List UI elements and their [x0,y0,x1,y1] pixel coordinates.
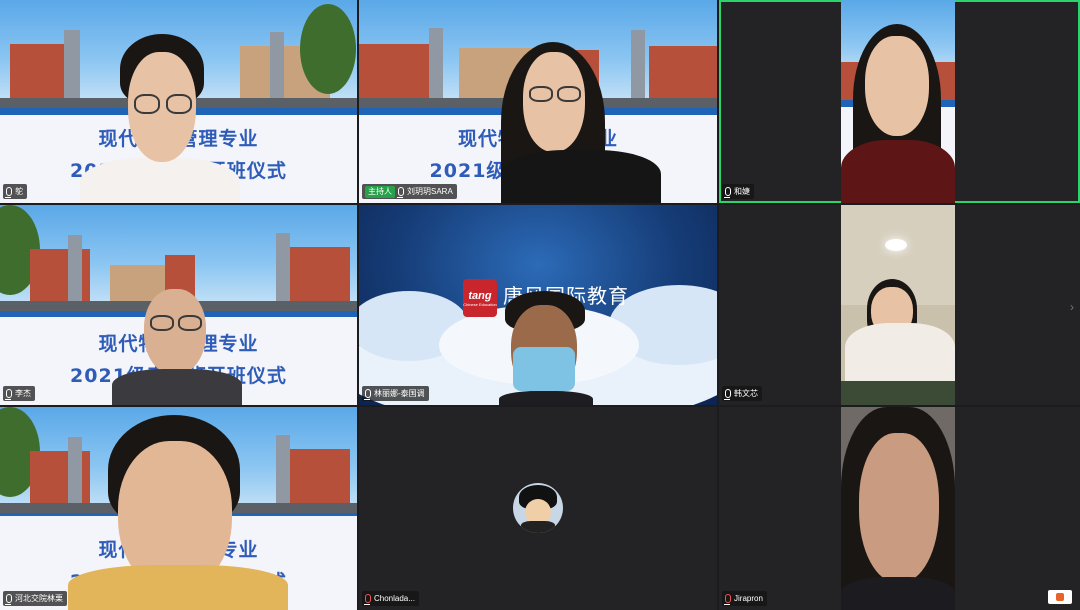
participant-name-tag: 鸵 [3,184,27,199]
video-tile-6[interactable]: 韩文芯 › [719,205,1080,405]
video-tile-7[interactable]: 现代物流管理专业 2021级泰国班开班仪式 河北交院林栗 [0,407,357,610]
participant-video [841,407,955,610]
participant-video [841,205,955,405]
participant-name-tag: 河北交院林栗 [3,591,67,606]
video-tile-2[interactable]: 现代物流管理专业 2021级泰国班开班仪式 主持人 刘玥玥SARA [359,0,717,203]
microphone-icon [5,594,12,605]
participant-name-tag: 林丽娜-泰国调 [362,386,429,401]
video-tile-8[interactable]: Chonlada... [359,407,717,610]
participant-name-tag: Jirapron [722,591,767,606]
participant-video [841,0,955,203]
microphone-icon [724,187,731,198]
video-tile-5[interactable]: tang Chinese Education 唐风国际教育 Tang Chine… [359,205,717,405]
participant-name-tag: 和婕 [722,184,754,199]
microphone-muted-icon [364,594,371,605]
microphone-icon [5,187,12,198]
microphone-icon [724,389,731,400]
video-tile-3-active-speaker[interactable]: 和婕 [719,0,1080,203]
microphone-icon [397,187,404,198]
video-tile-9[interactable]: Jirapron [719,407,1080,610]
next-page-arrow-icon[interactable]: › [1067,295,1077,319]
participant-name-tag: Chonlada... [362,591,419,606]
host-badge: 主持人 [365,185,395,198]
microphone-icon [5,389,12,400]
microphone-icon [364,389,371,400]
participant-name-tag: 韩文芯 [722,386,762,401]
video-meeting-gallery: { "banner": { "line1_a": "现代物流管理专业", "li… [0,0,1080,610]
participant-name-tag: 李杰 [3,386,35,401]
app-logo-icon [1048,590,1072,604]
avatar [513,483,563,533]
participant-name-tag: 主持人 刘玥玥SARA [362,184,457,199]
video-tile-1[interactable]: 现代物流管理专业 2021级泰国班开班仪式 鸵 [0,0,357,203]
microphone-muted-icon [724,594,731,605]
video-tile-4[interactable]: 现代物流管理专业 2021级泰国班开班仪式 李杰 [0,205,357,405]
